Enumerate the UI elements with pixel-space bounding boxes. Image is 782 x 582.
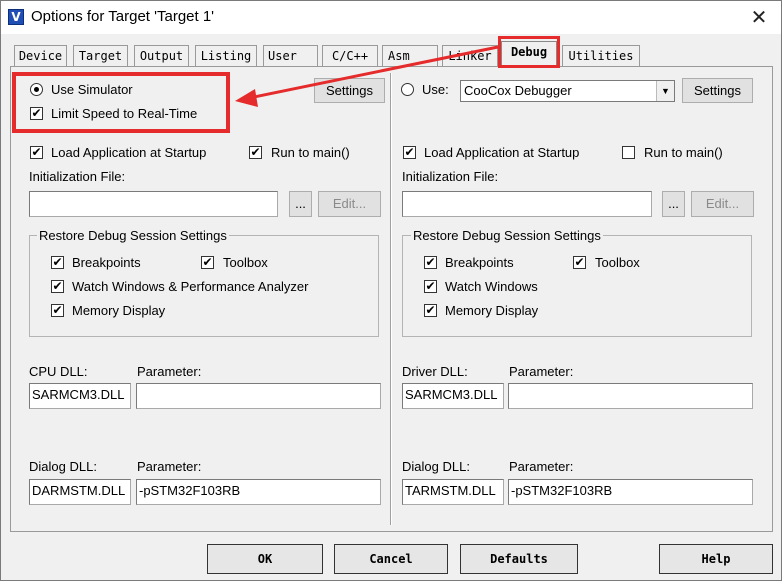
defaults-button[interactable]: Defaults [460, 544, 578, 574]
right-load-app-label: Load Application at Startup [424, 145, 580, 160]
right-watch-windows-checkbox[interactable]: ✔ [424, 280, 437, 293]
left-toolbox-checkbox[interactable]: ✔ [201, 256, 214, 269]
right-memory-display-label: Memory Display [445, 303, 539, 318]
left-load-app-label: Load Application at Startup [51, 145, 207, 160]
right-dialog-dll-label: Dialog DLL: [402, 459, 470, 474]
right-run-to-main-label: Run to main() [644, 145, 723, 160]
cpu-dll-label: CPU DLL: [29, 364, 88, 379]
driver-dll-label: Driver DLL: [402, 364, 468, 379]
right-dialog-parameter-label: Parameter: [509, 459, 574, 474]
use-debugger-label: Use: [422, 82, 449, 97]
use-debugger-radio[interactable] [401, 83, 414, 96]
tab-target[interactable]: Target [73, 45, 128, 67]
left-browse-button[interactable]: ... [289, 191, 312, 217]
cpu-dll-input[interactable]: SARMCM3.DLL [29, 383, 131, 409]
right-restore-group-title: Restore Debug Session Settings [411, 228, 603, 243]
left-load-app-checkbox[interactable]: ✔ [30, 146, 43, 159]
left-toolbox-label: Toolbox [223, 255, 268, 270]
cancel-button[interactable]: Cancel [334, 544, 448, 574]
driver-parameter-label: Parameter: [509, 364, 574, 379]
options-dialog: V Options for Target 'Target 1' ✕ Device… [0, 0, 782, 581]
tab-device[interactable]: Device [14, 45, 67, 67]
debugger-select-value: CooCox Debugger [464, 83, 572, 98]
left-run-to-main-checkbox[interactable]: ✔ [249, 146, 262, 159]
right-breakpoints-label: Breakpoints [445, 255, 514, 270]
right-breakpoints-checkbox[interactable]: ✔ [424, 256, 437, 269]
right-run-to-main-checkbox[interactable] [622, 146, 635, 159]
right-edit-button[interactable]: Edit... [691, 191, 754, 217]
left-memory-display-label: Memory Display [72, 303, 166, 318]
debugger-select[interactable]: CooCox Debugger ▼ [460, 80, 675, 102]
left-dialog-parameter-input[interactable]: -pSTM32F103RB [136, 479, 381, 505]
tab-user[interactable]: User [263, 45, 318, 67]
right-dialog-dll-input[interactable]: TARMSTM.DLL [402, 479, 504, 505]
right-toolbox-label: Toolbox [595, 255, 640, 270]
cpu-parameter-input[interactable] [136, 383, 381, 409]
left-run-to-main-label: Run to main() [271, 145, 350, 160]
right-init-file-label: Initialization File: [402, 169, 499, 184]
left-init-file-input[interactable] [29, 191, 278, 217]
left-breakpoints-checkbox[interactable]: ✔ [51, 256, 64, 269]
tab-c-cpp[interactable]: C/C++ [322, 45, 378, 67]
driver-parameter-input[interactable] [508, 383, 753, 409]
left-breakpoints-label: Breakpoints [72, 255, 141, 270]
left-memory-display-checkbox[interactable]: ✔ [51, 304, 64, 317]
debugger-settings-button[interactable]: Settings [682, 78, 753, 103]
ok-button[interactable]: OK [207, 544, 323, 574]
column-divider [390, 73, 392, 525]
use-simulator-radio[interactable] [30, 83, 43, 96]
left-watch-windows-label: Watch Windows & Performance Analyzer [72, 279, 309, 294]
right-dialog-parameter-input[interactable]: -pSTM32F103RB [508, 479, 753, 505]
use-simulator-label: Use Simulator [51, 82, 133, 97]
simulator-settings-button[interactable]: Settings [314, 78, 385, 103]
close-icon[interactable]: ✕ [747, 6, 771, 28]
left-dialog-dll-label: Dialog DLL: [29, 459, 97, 474]
chevron-down-icon[interactable]: ▼ [656, 81, 674, 101]
right-toolbox-checkbox[interactable]: ✔ [573, 256, 586, 269]
title-bar: V Options for Target 'Target 1' ✕ [1, 1, 781, 34]
left-restore-group-title: Restore Debug Session Settings [37, 228, 229, 243]
limit-speed-checkbox[interactable]: ✔ [30, 107, 43, 120]
cpu-parameter-label: Parameter: [137, 364, 202, 379]
left-edit-button[interactable]: Edit... [318, 191, 381, 217]
left-watch-windows-checkbox[interactable]: ✔ [51, 280, 64, 293]
left-dialog-parameter-label: Parameter: [137, 459, 202, 474]
right-memory-display-checkbox[interactable]: ✔ [424, 304, 437, 317]
right-load-app-checkbox[interactable]: ✔ [403, 146, 416, 159]
left-dialog-dll-input[interactable]: DARMSTM.DLL [29, 479, 131, 505]
keil-app-icon: V [8, 9, 24, 25]
tab-listing[interactable]: Listing [195, 45, 257, 67]
tab-asm[interactable]: Asm [382, 45, 438, 67]
driver-dll-input[interactable]: SARMCM3.DLL [402, 383, 504, 409]
right-init-file-input[interactable] [402, 191, 652, 217]
right-browse-button[interactable]: ... [662, 191, 685, 217]
tab-linker[interactable]: Linker [442, 45, 498, 67]
window-title: Options for Target 'Target 1' [31, 8, 215, 25]
tab-utilities[interactable]: Utilities [562, 45, 640, 67]
left-init-file-label: Initialization File: [29, 169, 126, 184]
limit-speed-label: Limit Speed to Real-Time [51, 106, 198, 121]
tab-output[interactable]: Output [134, 45, 189, 67]
right-watch-windows-label: Watch Windows [445, 279, 538, 294]
help-button[interactable]: Help [659, 544, 773, 574]
tab-debug[interactable]: Debug [501, 41, 557, 68]
